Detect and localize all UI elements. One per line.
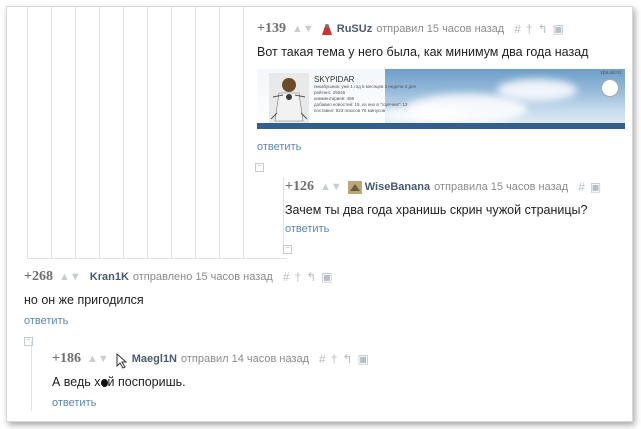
profile-photo xyxy=(269,73,309,123)
screenshot-frame: +139 ▲▼ RuSUz отправил 15 часов назад #†… xyxy=(6,6,633,422)
thread-line xyxy=(243,7,244,258)
comment-timestamp: отправила 15 часов назад xyxy=(434,181,569,193)
comment-timestamp: отправил 15 часов назад xyxy=(376,23,505,35)
comment-text: Вот такая тема у него была, как минимум … xyxy=(257,45,589,59)
save-icon[interactable]: ▣ xyxy=(590,180,606,194)
arrow-icon[interactable]: ↰ xyxy=(306,270,321,284)
collapse-toggle-icon[interactable]: − xyxy=(283,245,292,254)
thread-line xyxy=(51,7,52,258)
dagger-icon[interactable]: † xyxy=(331,352,343,366)
save-icon[interactable]: ▣ xyxy=(357,352,373,366)
comment-tools[interactable]: #†↰▣ xyxy=(283,270,338,284)
dagger-icon[interactable]: † xyxy=(526,22,538,36)
cursor-icon xyxy=(115,352,129,369)
thread-line xyxy=(75,7,76,258)
thread-line xyxy=(27,258,287,259)
watermark: vpa.as.ru xyxy=(600,70,621,76)
censor-blot xyxy=(100,378,108,387)
reply-link[interactable]: ответить xyxy=(285,223,329,235)
collapse-toggle-icon[interactable]: − xyxy=(24,337,33,346)
comment-username[interactable]: Maegl1N xyxy=(132,353,177,365)
hash-icon[interactable]: # xyxy=(514,22,526,36)
vote-arrows[interactable]: ▲▼ xyxy=(59,271,81,283)
comment-header: +139 ▲▼ RuSUz отправил 15 часов назад #†… xyxy=(257,21,569,37)
comment-rating: +126 xyxy=(285,179,314,194)
hash-icon[interactable]: # xyxy=(283,270,295,284)
user-avatar-icon xyxy=(347,180,362,194)
comment-rating: +186 xyxy=(52,351,81,366)
vote-arrows[interactable]: ▲▼ xyxy=(320,181,342,193)
profile-badge-icon xyxy=(601,79,619,97)
arrow-icon[interactable]: ↰ xyxy=(342,352,357,366)
thread-line xyxy=(27,7,28,258)
comment-username[interactable]: WiseBanana xyxy=(365,181,430,193)
thread-line xyxy=(195,7,196,258)
arrow-icon[interactable]: ↰ xyxy=(538,22,553,36)
comment-timestamp: отправлено 15 часов назад xyxy=(132,271,273,283)
comment-rating: +139 xyxy=(257,21,286,36)
thread-line xyxy=(283,177,284,252)
comment-username[interactable]: Kran1K xyxy=(90,271,129,283)
thread-line xyxy=(31,341,32,411)
comment-text: Зачем ты два года хранишь скрин чужой ст… xyxy=(285,203,588,217)
thread-line xyxy=(123,7,124,258)
comment-header: +268 ▲▼ Kran1K отправлено 15 часов назад… xyxy=(24,269,338,285)
vote-arrows[interactable]: ▲▼ xyxy=(87,353,109,365)
dagger-icon[interactable]: † xyxy=(295,270,307,284)
comment-header: +126 ▲▼ WiseBanana отправила 15 часов на… xyxy=(285,179,606,195)
user-avatar-icon xyxy=(320,23,334,36)
comment-rating: +268 xyxy=(24,269,53,284)
comment-text: но он же пригодился xyxy=(24,293,144,307)
reply-link[interactable]: ответить xyxy=(52,397,96,409)
profile-info: пикабушник: уже 1 год 5 месяцев 3 недели… xyxy=(314,84,416,113)
comment-header: +186 ▲▼ Maegl1N отправил 14 часов назад … xyxy=(52,351,374,369)
comment-timestamp: отправил 14 часов назад xyxy=(181,353,310,365)
comment-text: А ведь хй поспоришь. xyxy=(52,375,186,389)
hash-icon[interactable]: # xyxy=(578,180,590,194)
comment-username[interactable]: RuSUz xyxy=(337,23,372,35)
hash-icon[interactable]: # xyxy=(319,352,331,366)
thread-line xyxy=(147,7,148,258)
comment-tools[interactable]: #†↰▣ xyxy=(514,22,569,36)
thread-line xyxy=(171,7,172,258)
save-icon[interactable]: ▣ xyxy=(321,270,337,284)
comment-image: SKYPIDAR пикабушник: уже 1 год 5 месяцев… xyxy=(257,69,625,129)
save-icon[interactable]: ▣ xyxy=(553,22,569,36)
reply-link[interactable]: ответить xyxy=(257,141,301,153)
vote-arrows[interactable]: ▲▼ xyxy=(292,23,314,35)
comment-tools[interactable]: #†↰▣ xyxy=(319,352,374,366)
thread-line xyxy=(99,7,100,258)
thread-line xyxy=(219,7,220,258)
comment-tools[interactable]: #▣ xyxy=(578,180,606,194)
profile-name: SKYPIDAR xyxy=(314,75,355,84)
reply-link[interactable]: ответить xyxy=(24,315,68,327)
collapse-toggle-icon[interactable]: − xyxy=(255,163,264,172)
